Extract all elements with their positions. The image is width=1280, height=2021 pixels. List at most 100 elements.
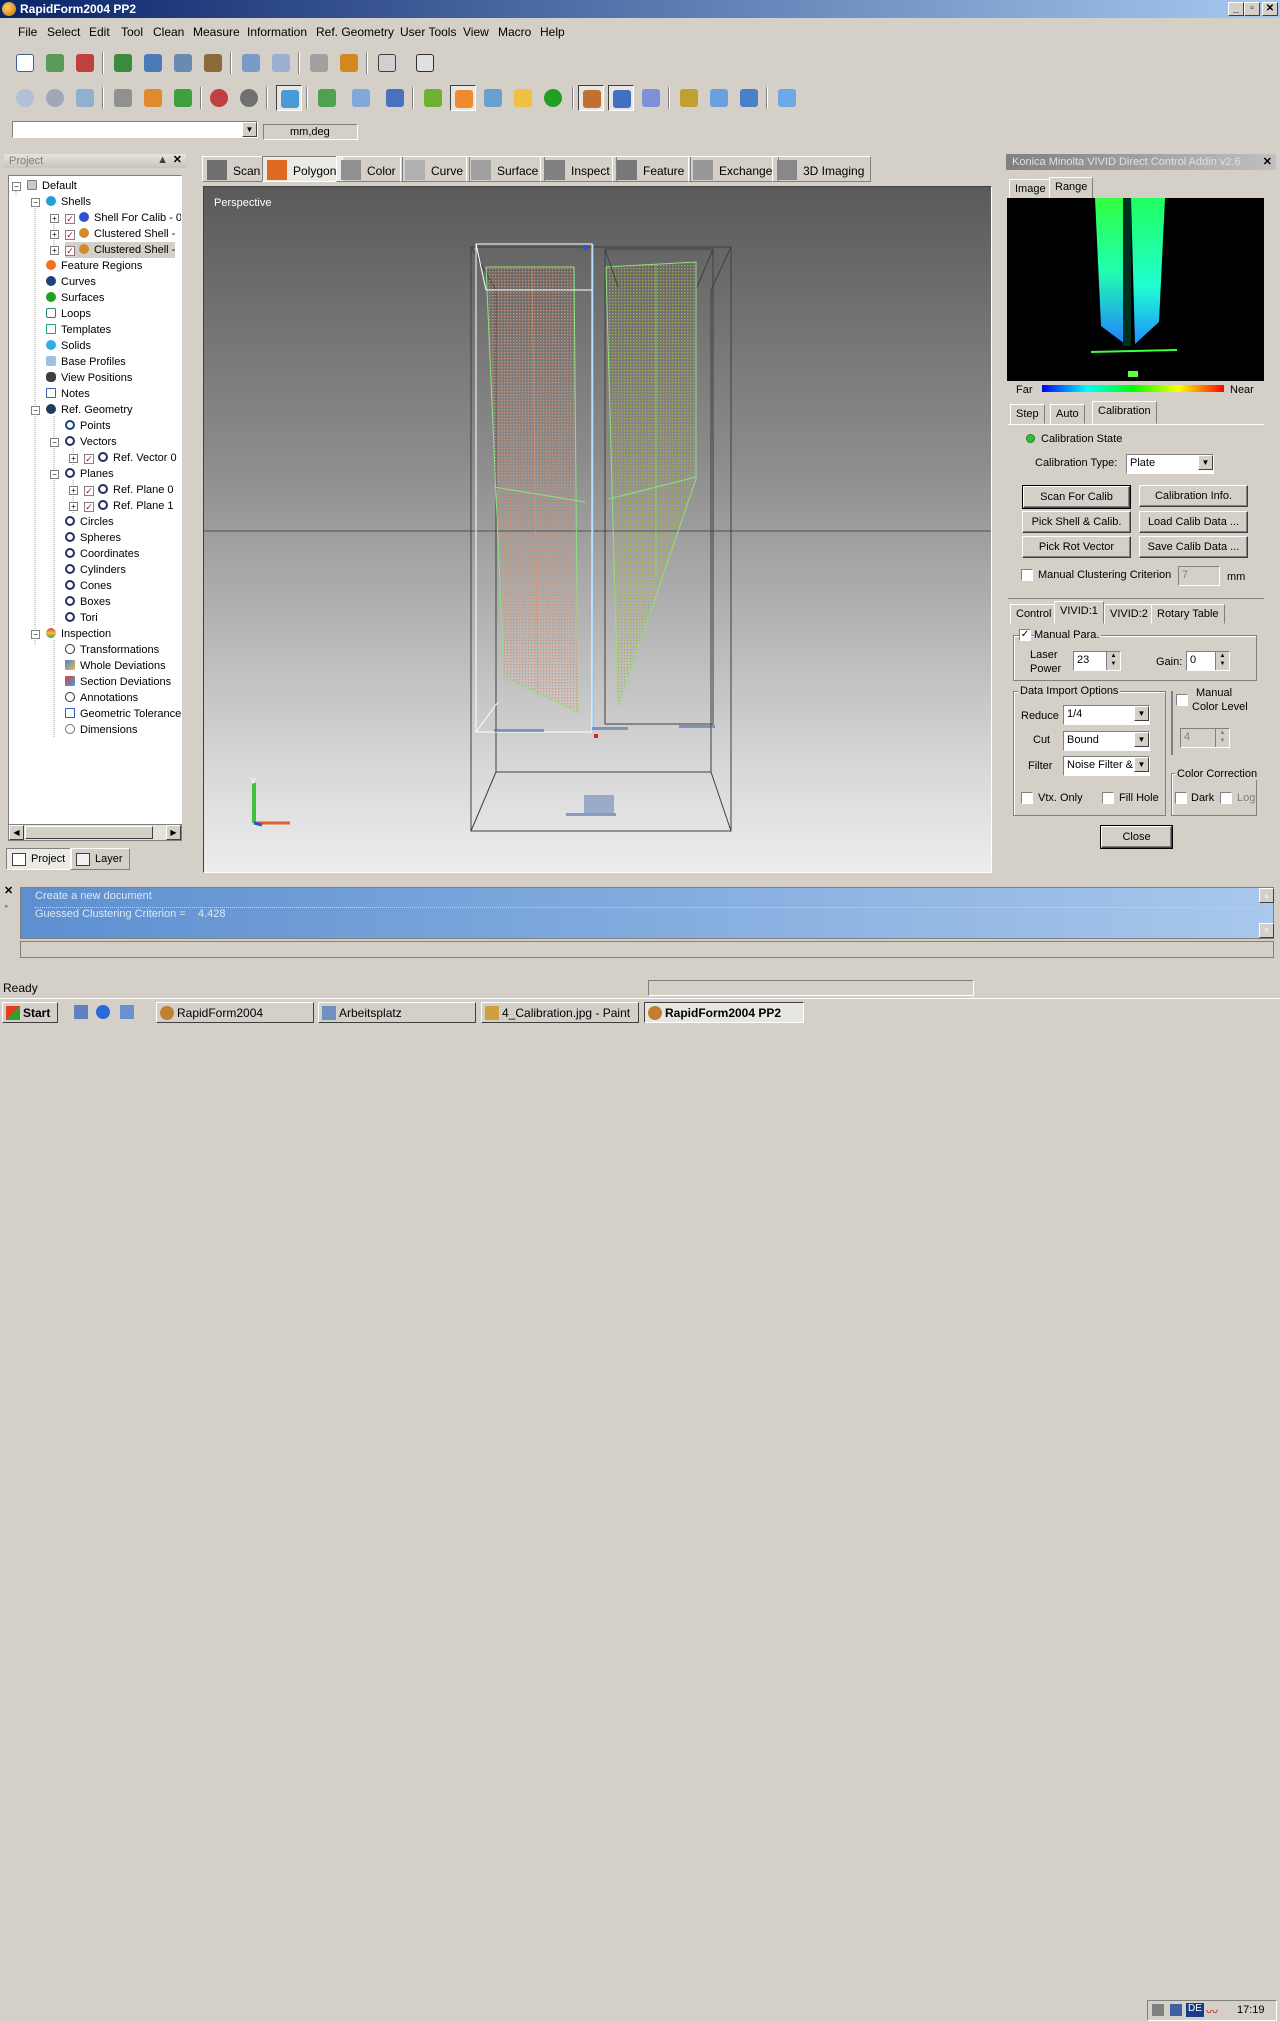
vtx-only-checkbox[interactable]	[1021, 792, 1033, 804]
shaded-mode-icon[interactable]	[276, 85, 302, 111]
explode-view-icon[interactable]	[140, 85, 166, 111]
filter-select[interactable]: Noise Filter & ▼	[1063, 756, 1150, 776]
point-cloud-icon[interactable]	[314, 85, 340, 111]
gain-field[interactable]: 0 ▲ ▼	[1186, 651, 1230, 671]
tree-node-templates[interactable]: Templates	[46, 322, 111, 338]
scroll-up-icon[interactable]: ▲	[1259, 888, 1274, 903]
tree-node-shell-calib[interactable]: ✓ Shell For Calib - 0	[65, 210, 181, 226]
show-desktop-icon[interactable]	[74, 1005, 88, 1019]
tree-node-shells[interactable]: Shells	[46, 194, 91, 210]
menu-macro[interactable]: Macro	[498, 25, 531, 39]
menu-view[interactable]: View	[463, 25, 489, 39]
tree-node-boxes[interactable]: Boxes	[65, 594, 111, 610]
hourglass-icon[interactable]	[774, 85, 800, 111]
chevron-down-icon[interactable]: ▼	[1134, 757, 1149, 772]
orbit-icon[interactable]	[206, 85, 232, 111]
redo-icon[interactable]	[336, 50, 362, 76]
expand-toggle[interactable]: +	[50, 230, 59, 239]
export-icon[interactable]	[72, 50, 98, 76]
new-document-icon[interactable]	[12, 50, 38, 76]
zoom-window-icon[interactable]	[42, 85, 68, 111]
calibration-type-select[interactable]: Plate ▼	[1126, 454, 1214, 474]
task-arbeitsplatz[interactable]: Arbeitsplatz	[318, 1002, 476, 1023]
tab-scan[interactable]: Scan	[202, 156, 268, 182]
chevron-down-icon[interactable]: ▼	[1198, 455, 1213, 470]
tree-node-view-positions[interactable]: View Positions	[46, 370, 132, 386]
load-calib-data-button[interactable]: Load Calib Data ...	[1139, 511, 1248, 533]
network-icon[interactable]	[1170, 2004, 1182, 2016]
expand-toggle[interactable]: −	[50, 438, 59, 447]
pin-icon[interactable]: ▲	[157, 153, 168, 167]
grid-icon[interactable]	[638, 85, 664, 111]
expand-toggle[interactable]: +	[50, 214, 59, 223]
tree-node-ref-plane-0[interactable]: ✓ Ref. Plane 0	[84, 482, 174, 498]
menu-information[interactable]: Information	[247, 25, 307, 39]
tree-node-ref-vector[interactable]: ✓ Ref. Vector 0	[84, 450, 177, 466]
ie-icon[interactable]	[96, 1005, 110, 1019]
tree-node-loops[interactable]: Loops	[46, 306, 91, 322]
tab-feature[interactable]: Feature	[612, 156, 692, 182]
dark-checkbox[interactable]	[1175, 792, 1187, 804]
tab-color[interactable]: Color	[336, 156, 403, 182]
spin-icon[interactable]	[236, 85, 262, 111]
tree-node-clustered-shell-1[interactable]: ✓ Clustered Shell -	[65, 226, 175, 242]
log-checkbox[interactable]	[1220, 792, 1232, 804]
command-combo[interactable]: ▼	[12, 121, 258, 138]
tree-node-cones[interactable]: Cones	[65, 578, 112, 594]
close-icon[interactable]: ✕	[4, 884, 13, 897]
menu-select[interactable]: Select	[47, 25, 80, 39]
tab-layer[interactable]: Layer	[70, 848, 130, 870]
task-paint[interactable]: 4_Calibration.jpg - Paint	[481, 1002, 639, 1023]
start-button[interactable]: Start	[2, 1002, 58, 1023]
tab-vivid-1[interactable]: VIVID:1	[1054, 601, 1104, 624]
color-level-field[interactable]: 4 ▲ ▼	[1180, 728, 1230, 748]
tab-calibration[interactable]: Calibration	[1092, 401, 1157, 424]
expand-toggle[interactable]: +	[69, 502, 78, 511]
close-button[interactable]: Close	[1100, 825, 1173, 849]
tab-range[interactable]: Range	[1049, 177, 1094, 199]
expand-toggle[interactable]: −	[31, 630, 40, 639]
spinner-icon[interactable]: ▲ ▼	[1106, 652, 1120, 670]
screenshot-icon[interactable]	[268, 50, 294, 76]
spinner-icon[interactable]: ▲ ▼	[1215, 729, 1229, 747]
manual-clustering-checkbox[interactable]	[1021, 569, 1033, 581]
quicklaunch-icon[interactable]	[120, 1005, 134, 1019]
shell-shaded-icon[interactable]	[450, 85, 476, 111]
tree-node-ref-geometry[interactable]: Ref. Geometry	[46, 402, 133, 418]
menu-measure[interactable]: Measure	[193, 25, 240, 39]
expand-toggle[interactable]: −	[12, 182, 21, 191]
box-view-icon[interactable]	[110, 85, 136, 111]
tree-node-coordinates[interactable]: Coordinates	[65, 546, 139, 562]
tab-control[interactable]: Control	[1010, 604, 1058, 624]
tree-node-vectors[interactable]: Vectors	[65, 434, 117, 450]
pin-icon[interactable]: ▸	[5, 902, 9, 910]
pen-tool-icon[interactable]	[420, 85, 446, 111]
task-rapidform2004[interactable]: RapidForm2004	[156, 1002, 314, 1023]
chevron-down-icon[interactable]: ▼	[242, 122, 257, 137]
menu-clean[interactable]: Clean	[153, 25, 184, 39]
scan-for-calib-button[interactable]: Scan For Calib	[1022, 485, 1131, 509]
tree-node-annotations[interactable]: Annotations	[65, 690, 138, 706]
zoom-icon[interactable]	[12, 85, 38, 111]
close-window-button[interactable]: ✕	[1262, 2, 1278, 16]
pick-rot-vector-button[interactable]: Pick Rot Vector	[1022, 536, 1131, 558]
tree-node-cylinders[interactable]: Cylinders	[65, 562, 126, 578]
tree-node-planes[interactable]: Planes	[65, 466, 114, 482]
menu-edit[interactable]: Edit	[89, 25, 110, 39]
chevron-down-icon[interactable]: ▼	[1134, 732, 1149, 747]
tree-node-transformations[interactable]: Transformations	[65, 642, 159, 658]
spinner-icon[interactable]: ▲ ▼	[1215, 652, 1229, 670]
wire-box-icon[interactable]	[348, 85, 374, 111]
tree-node-default[interactable]: Default	[27, 178, 77, 194]
select-mode-icon[interactable]	[374, 50, 400, 76]
scroll-down-icon[interactable]: ▼	[1259, 923, 1274, 938]
tab-inspect[interactable]: Inspect	[540, 156, 617, 182]
tree-node-feature-regions[interactable]: Feature Regions	[46, 258, 142, 274]
compare-icon[interactable]	[676, 85, 702, 111]
properties-icon[interactable]	[170, 50, 196, 76]
tree-node-curves[interactable]: Curves	[46, 274, 96, 290]
rotate-view-icon[interactable]	[170, 85, 196, 111]
tree-node-circles[interactable]: Circles	[65, 514, 114, 530]
menu-help[interactable]: Help	[540, 25, 565, 39]
surface-patch-icon[interactable]	[510, 85, 536, 111]
